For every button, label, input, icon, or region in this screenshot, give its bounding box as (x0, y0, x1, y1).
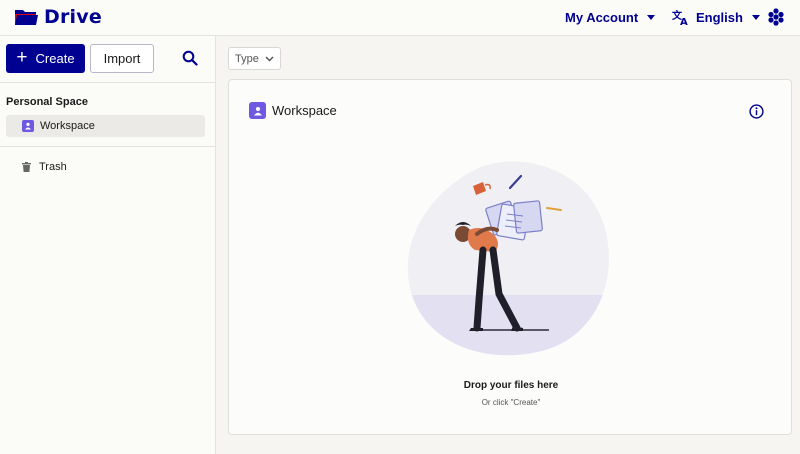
sidebar-item-label: Workspace (40, 120, 95, 132)
caret-down-icon (751, 14, 760, 20)
workspace-icon (22, 120, 34, 132)
translate-icon: 文 A (672, 9, 688, 26)
app-logo[interactable]: Drive (14, 6, 102, 28)
info-icon (749, 104, 764, 119)
panel-title: Workspace (272, 103, 337, 118)
search-button[interactable] (182, 50, 198, 71)
caret-down-icon (647, 15, 656, 20)
trash-icon (22, 162, 31, 172)
chevron-down-icon (265, 55, 274, 62)
drop-hint: Or click "Create" (481, 398, 541, 407)
empty-state-illustration (407, 152, 617, 362)
app-title: Drive (44, 6, 102, 28)
apps-button[interactable] (767, 8, 785, 31)
info-button[interactable] (749, 104, 764, 124)
search-icon (182, 50, 198, 66)
svg-text:A: A (680, 17, 688, 26)
panel-header: Workspace (249, 102, 337, 119)
create-button[interactable]: + Create (6, 44, 85, 73)
workspace-icon (249, 102, 266, 119)
sidebar: + Create Import Personal Space Workspace… (0, 36, 216, 454)
account-label: My Account (565, 10, 639, 25)
drop-title: Drop your files here (463, 380, 559, 391)
section-title: Personal Space (6, 96, 88, 108)
apps-grid-icon (768, 8, 784, 26)
create-label: Create (35, 51, 75, 66)
sidebar-item-trash[interactable]: Trash (22, 161, 67, 173)
plus-icon: + (16, 47, 28, 68)
top-bar: Drive My Account 文 A English (0, 0, 800, 36)
language-selector[interactable]: 文 A English (672, 8, 760, 26)
account-menu[interactable]: My Account (565, 10, 656, 25)
type-filter-label: Type (235, 52, 259, 65)
language-label: English (696, 9, 743, 25)
import-button[interactable]: Import (90, 44, 154, 73)
workspace-panel: Workspace Drop your files here Or click … (228, 79, 792, 435)
divider (0, 82, 216, 83)
folder-icon (15, 10, 38, 25)
type-filter-dropdown[interactable]: Type (228, 47, 281, 70)
sidebar-item-workspace[interactable]: Workspace (6, 115, 205, 137)
sidebar-item-label: Trash (39, 161, 67, 173)
import-label: Import (103, 51, 141, 66)
divider (0, 146, 216, 147)
